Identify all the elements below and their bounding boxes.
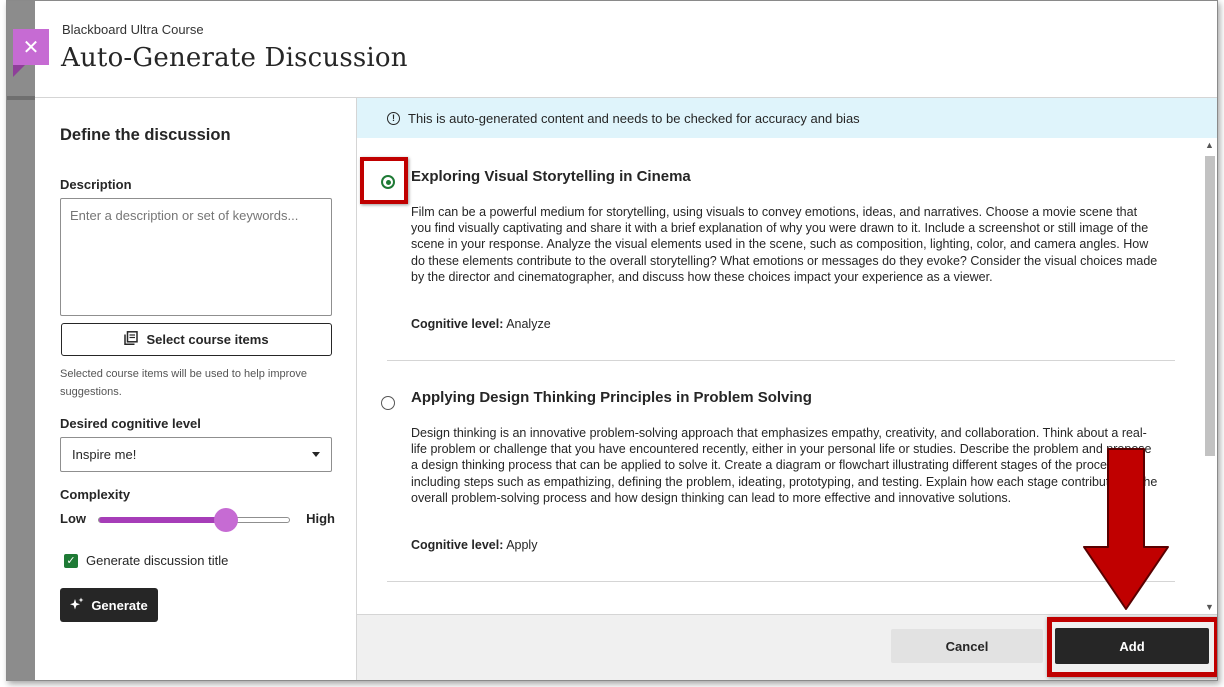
scroll-up-icon[interactable]: ▲ xyxy=(1205,140,1214,150)
page-title: Auto-Generate Discussion xyxy=(61,43,408,73)
scrollbar-thumb[interactable] xyxy=(1205,156,1215,456)
cognitive-level-value: Inspire me! xyxy=(72,447,137,462)
option-cognitive-level: Cognitive level: Apply xyxy=(411,538,537,552)
option-divider xyxy=(387,360,1175,361)
sparkle-icon xyxy=(70,597,84,614)
chevron-down-icon xyxy=(312,452,320,457)
select-hint: Selected course items will be used to he… xyxy=(60,368,308,398)
highlight-box: Add xyxy=(1047,617,1217,677)
complexity-low-label: Low xyxy=(60,511,86,526)
complexity-slider-thumb[interactable] xyxy=(214,508,238,532)
cognitive-level-label: Desired cognitive level xyxy=(60,416,201,431)
generate-title-checkbox[interactable]: ✓ xyxy=(64,553,78,568)
generate-label: Generate xyxy=(91,597,148,613)
screenshot-frame: ✕ Blackboard Ultra Course Auto-Generate … xyxy=(6,0,1218,681)
cognitive-level-select[interactable]: Inspire me! xyxy=(60,437,332,472)
define-panel: Define the discussion Description Enter … xyxy=(35,98,357,680)
complexity-slider[interactable] xyxy=(98,508,290,532)
cognitive-value: Analyze xyxy=(506,317,551,331)
copy-icon xyxy=(124,331,139,348)
generate-title-label: Generate discussion title xyxy=(86,553,229,568)
generate-title-option: ✓ Generate discussion title xyxy=(64,553,228,568)
panel-footer: Cancel Add xyxy=(357,614,1217,680)
cancel-button[interactable]: Cancel xyxy=(891,629,1043,663)
description-label: Description xyxy=(60,177,132,192)
option-description: Film can be a powerful medium for storyt… xyxy=(411,205,1158,284)
generate-button[interactable]: Generate xyxy=(60,588,158,622)
option-radio[interactable] xyxy=(381,396,395,410)
info-icon: ! xyxy=(387,111,400,125)
background-page-strip xyxy=(7,1,35,680)
banner-text: This is auto-generated content and needs… xyxy=(408,110,860,126)
option-cognitive-level: Cognitive level: Analyze xyxy=(411,317,551,331)
select-course-items-label: Select course items xyxy=(146,332,269,347)
complexity-slider-row: Low High xyxy=(60,507,335,532)
checkmark-icon: ✓ xyxy=(66,555,76,567)
scrollbar[interactable]: ▲ ▼ xyxy=(1203,138,1217,614)
option-title: Exploring Visual Storytelling in Cinema xyxy=(411,168,691,185)
complexity-high-label: High xyxy=(306,511,335,526)
cognitive-label: Cognitive level: xyxy=(411,538,504,552)
panel-header: Blackboard Ultra Course Auto-Generate Di… xyxy=(35,1,1217,98)
option-description: Design thinking is an innovative problem… xyxy=(411,426,1158,505)
option-title: Applying Design Thinking Principles in P… xyxy=(411,389,812,406)
scroll-down-icon[interactable]: ▼ xyxy=(1205,602,1214,612)
complexity-label: Complexity xyxy=(60,487,131,502)
cognitive-label: Cognitive level: xyxy=(411,317,504,331)
add-button[interactable]: Add xyxy=(1055,628,1209,664)
option-divider xyxy=(387,581,1175,582)
breadcrumb: Blackboard Ultra Course xyxy=(62,22,204,37)
define-heading: Define the discussion xyxy=(60,126,231,144)
description-input[interactable]: Enter a description or set of keywords..… xyxy=(60,198,332,316)
ai-disclaimer-banner: ! This is auto-generated content and nee… xyxy=(357,98,1217,138)
complexity-slider-fill xyxy=(99,517,226,523)
down-arrow-callout xyxy=(1083,448,1169,610)
cognitive-value: Apply xyxy=(506,538,538,552)
option-radio-selected[interactable] xyxy=(381,175,395,189)
select-course-items-button[interactable]: Select course items xyxy=(61,323,332,356)
